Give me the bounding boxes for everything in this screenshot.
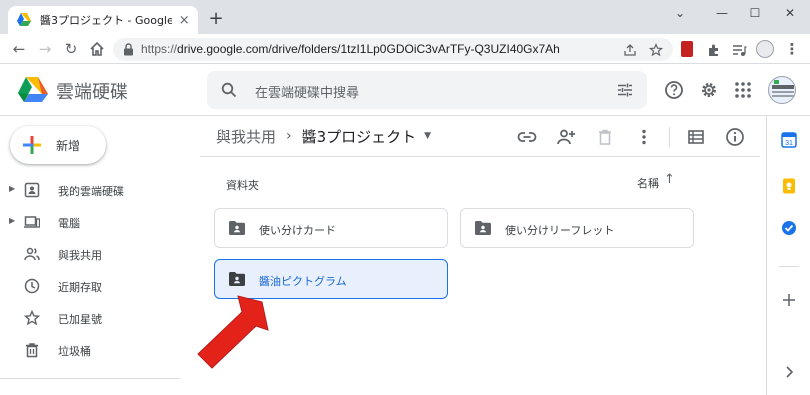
folders-section-label: 資料夾 <box>226 179 259 192</box>
forward-arrow-icon[interactable]: → <box>36 40 54 58</box>
home-icon[interactable] <box>88 40 106 58</box>
url-path: drive.google.com/drive/folders/1tzI1Lp0G… <box>177 42 560 56</box>
computer-icon <box>24 216 40 228</box>
shared-folder-icon <box>475 221 491 235</box>
breadcrumb: 與我共用 › 醬3プロジェクト ▼ <box>216 126 431 146</box>
drive-favicon-icon <box>17 13 31 26</box>
my-drive-icon <box>24 182 40 198</box>
help-icon[interactable] <box>664 80 684 100</box>
add-person-icon[interactable] <box>556 127 576 147</box>
sidebar-item-trash[interactable]: 垃圾桶 <box>0 334 180 366</box>
sidebar-item-shared-with-me[interactable]: 與我共用 <box>0 238 180 270</box>
folder-card[interactable]: 使い分けカード <box>214 208 448 248</box>
back-arrow-icon[interactable]: ← <box>10 40 28 58</box>
more-vert-icon[interactable] <box>634 127 654 147</box>
folder-name: 使い分けカード <box>259 224 336 237</box>
tab-title: 醬3プロジェクト - Google 雲端 <box>40 14 173 27</box>
breadcrumb-current[interactable]: 醬3プロジェクト <box>302 126 417 147</box>
avatar-image-icon <box>772 80 794 97</box>
chrome-menu-button[interactable]: ⋮ <box>783 40 801 58</box>
book-extension-icon[interactable] <box>681 41 693 57</box>
new-button-label: 新增 <box>56 139 81 153</box>
sidebar-item-computers[interactable]: ▶ 電腦 <box>0 206 180 238</box>
extensions-puzzle-icon[interactable] <box>706 42 722 58</box>
shared-folder-icon <box>229 221 245 235</box>
dropdown-caret-icon[interactable]: ▼ <box>424 131 431 141</box>
sidebar-item-label: 我的雲端硬碟 <box>58 185 124 198</box>
sidebar-divider <box>0 378 180 379</box>
svg-text:31: 31 <box>785 140 793 147</box>
tab-strip: 醬3プロジェクト - Google 雲端 × + ⌄ — ☐ ✕ <box>0 0 810 34</box>
search-placeholder: 在雲端硬碟中搜尋 <box>255 86 360 101</box>
chevron-right-icon[interactable] <box>781 364 797 380</box>
shared-icon <box>24 247 40 261</box>
sidebar-item-recent[interactable]: 近期存取 <box>0 270 180 302</box>
expand-caret-icon[interactable]: ▶ <box>9 216 15 225</box>
folder-card[interactable]: 使い分けリーフレット <box>460 208 694 248</box>
bookmark-star-icon[interactable] <box>649 43 663 57</box>
tab-close-button[interactable]: × <box>178 13 190 28</box>
settings-gear-icon[interactable] <box>699 80 719 100</box>
side-panel-divider <box>779 266 799 267</box>
chevron-right-icon: › <box>286 128 292 144</box>
sidebar-item-label: 與我共用 <box>58 249 102 262</box>
address-bar[interactable]: https://drive.google.com/drive/folders/1… <box>113 38 673 61</box>
tasks-icon[interactable] <box>781 220 797 236</box>
search-icon[interactable] <box>221 82 237 98</box>
toolbar-divider <box>669 127 670 147</box>
close-window-button[interactable]: ✕ <box>776 4 804 22</box>
new-button[interactable]: 新增 <box>10 126 106 164</box>
calendar-icon[interactable]: 31 <box>781 132 797 148</box>
lock-icon[interactable] <box>123 43 134 56</box>
keep-icon[interactable] <box>781 178 797 194</box>
trash-icon <box>26 343 38 358</box>
folder-name: 使い分けリーフレット <box>505 224 615 237</box>
apps-grid-icon[interactable] <box>733 80 753 100</box>
drive-header: 雲端硬碟 在雲端硬碟中搜尋 <box>0 64 810 116</box>
sidebar-item-my-drive[interactable]: ▶ 我的雲端硬碟 <box>0 174 180 206</box>
add-addon-plus-icon[interactable] <box>781 292 797 308</box>
account-avatar[interactable] <box>768 76 796 104</box>
sidebar-item-label: 垃圾桶 <box>58 345 91 358</box>
profile-avatar[interactable] <box>756 40 774 58</box>
reload-icon[interactable]: ↻ <box>62 40 80 58</box>
star-icon <box>24 310 40 326</box>
expand-caret-icon[interactable]: ▶ <box>9 184 15 193</box>
search-options-icon[interactable] <box>617 82 633 98</box>
url-text: https://drive.google.com/drive/folders/1… <box>141 42 560 56</box>
share-icon[interactable] <box>623 43 637 57</box>
tab-search-button[interactable]: ⌄ <box>666 4 694 22</box>
plus-icon <box>23 136 41 154</box>
sort-arrow-icon[interactable]: ↑ <box>664 172 675 187</box>
breadcrumb-parent[interactable]: 與我共用 <box>216 126 276 147</box>
sidebar-item-label: 已加星號 <box>58 313 102 326</box>
app-name[interactable]: 雲端硬碟 <box>56 78 128 104</box>
clock-icon <box>24 278 40 294</box>
minimize-button[interactable]: — <box>708 4 736 22</box>
sort-by-name-button[interactable]: 名稱 <box>637 175 659 191</box>
search-bar[interactable]: 在雲端硬碟中搜尋 <box>207 71 647 109</box>
media-queue-icon[interactable] <box>731 42 747 58</box>
side-panel: 31 <box>766 116 810 395</box>
list-view-icon[interactable] <box>686 127 706 147</box>
drive-logo-icon[interactable] <box>16 76 48 104</box>
shared-folder-icon <box>229 272 245 286</box>
sidebar-item-label: 電腦 <box>58 217 80 230</box>
content-divider <box>200 156 760 157</box>
sidebar-item-label: 近期存取 <box>58 281 102 294</box>
url-protocol: https:// <box>141 42 178 56</box>
browser-toolbar: ← → ↻ https://drive.google.com/drive/fol… <box>0 34 810 64</box>
remove-trash-icon[interactable] <box>595 127 615 147</box>
sidebar-item-starred[interactable]: 已加星號 <box>0 302 180 334</box>
browser-tab[interactable]: 醬3プロジェクト - Google 雲端 × <box>8 6 198 34</box>
link-icon[interactable] <box>517 127 537 147</box>
new-tab-button[interactable]: + <box>206 10 226 30</box>
folder-name: 醬油ピクトグラム <box>259 275 347 288</box>
red-pointer-arrow-icon <box>197 295 269 369</box>
info-icon[interactable] <box>725 127 745 147</box>
maximize-button[interactable]: ☐ <box>741 4 769 22</box>
